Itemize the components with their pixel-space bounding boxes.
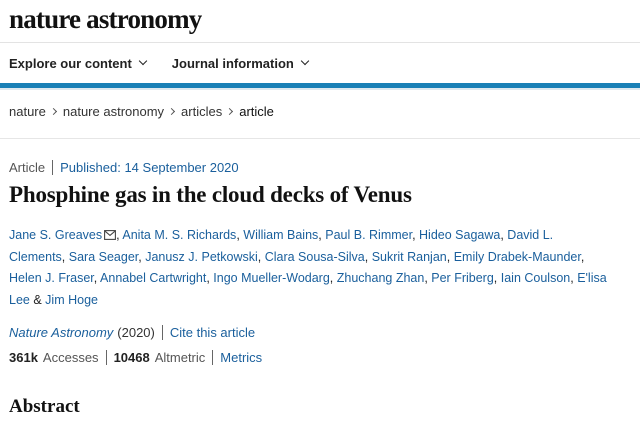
chevron-down-icon [138, 56, 148, 66]
author-conjunction: & [33, 292, 42, 307]
author-link[interactable]: Zhuchang Zhan [337, 271, 425, 285]
section-divider [0, 138, 640, 139]
author-link[interactable]: Annabel Cartwright [100, 271, 206, 285]
author-link[interactable]: Iain Coulson [501, 271, 571, 285]
nav-journal-label: Journal information [171, 55, 294, 71]
author-link[interactable]: Paul B. Rimmer [325, 228, 412, 242]
altmetric-label: Altmetric [154, 350, 206, 365]
journal-name-link[interactable]: Nature Astronomy [9, 325, 113, 340]
altmetric-score: 10468 [113, 350, 150, 365]
author-list: Jane S. Greaves, Anita M. S. Richards, W… [9, 228, 607, 307]
breadcrumb-article: article [239, 104, 274, 119]
breadcrumb-articles[interactable]: articles [181, 104, 222, 119]
author-link[interactable]: Anita M. S. Richards [122, 228, 236, 242]
chevron-right-icon [49, 107, 57, 116]
main-nav: Explore our content Journal information [0, 43, 640, 83]
abstract-heading: Abstract [9, 396, 80, 417]
mail-icon[interactable] [104, 230, 117, 240]
author-link[interactable]: Helen J. Fraser [9, 271, 94, 285]
article-metrics: 361k Accesses 10468 Altmetric Metrics [9, 350, 262, 365]
article-title: Phosphine gas in the cloud decks of Venu… [9, 182, 412, 207]
metrics-separator [105, 350, 107, 365]
author-link[interactable]: Clara Sousa-Silva [265, 250, 365, 264]
journal-logo[interactable]: nature astronomy [9, 4, 202, 34]
citation-separator [161, 325, 163, 340]
author-link[interactable]: William Bains [243, 228, 318, 242]
nav-explore-label: Explore our content [9, 55, 132, 71]
accesses-label: Accesses [42, 350, 99, 365]
breadcrumb: nature nature astronomy articles article [9, 104, 274, 119]
author-link[interactable]: Hideo Sagawa [419, 228, 500, 242]
meta-separator [52, 160, 54, 175]
breadcrumb-nature-astronomy[interactable]: nature astronomy [63, 104, 164, 119]
published-date: Published: 14 September 2020 [60, 160, 239, 175]
accent-bar-shadow [0, 88, 640, 90]
metrics-separator [212, 350, 214, 365]
author-link[interactable]: Sukrit Ranjan [372, 250, 447, 264]
metrics-link[interactable]: Metrics [220, 350, 262, 365]
publication-year: (2020) [117, 325, 155, 340]
chevron-right-icon [168, 107, 176, 116]
author-link[interactable]: Ingo Mueller-Wodarg [213, 271, 330, 285]
citation-line: Nature Astronomy (2020) Cite this articl… [9, 325, 255, 340]
author-link[interactable]: Jane S. Greaves [9, 228, 102, 242]
article-type: Article [9, 160, 46, 175]
chevron-right-icon [226, 107, 234, 116]
chevron-down-icon [300, 56, 310, 66]
cite-this-article-link[interactable]: Cite this article [170, 325, 255, 340]
breadcrumb-nature[interactable]: nature [9, 104, 46, 119]
article-meta: Article Published: 14 September 2020 [9, 160, 239, 175]
author-link[interactable]: Jim Hoge [45, 293, 98, 307]
nav-journal-information[interactable]: Journal information [171, 55, 310, 71]
author-link[interactable]: Per Friberg [431, 271, 494, 285]
author-link[interactable]: Emily Drabek-Maunder [454, 250, 581, 264]
author-link[interactable]: Sara Seager [69, 250, 139, 264]
accesses-count: 361k [9, 350, 38, 365]
nav-explore-content[interactable]: Explore our content [9, 55, 148, 71]
author-link[interactable]: Janusz J. Petkowski [145, 250, 258, 264]
